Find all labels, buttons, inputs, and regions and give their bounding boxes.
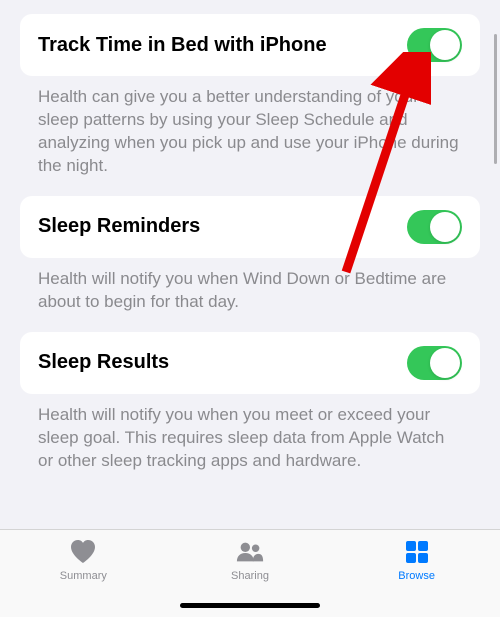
tab-browse-label: Browse	[398, 570, 435, 582]
sleep-reminders-title: Sleep Reminders	[38, 214, 200, 239]
settings-content: Track Time in Bed with iPhone Health can…	[0, 14, 500, 472]
heart-icon	[68, 538, 98, 566]
grid-icon	[402, 538, 432, 566]
sleep-reminders-card: Sleep Reminders	[20, 196, 480, 258]
track-time-title: Track Time in Bed with iPhone	[38, 33, 327, 58]
tab-browse[interactable]: Browse	[377, 538, 457, 617]
sleep-results-card: Sleep Results	[20, 332, 480, 394]
toggle-knob	[430, 212, 460, 242]
track-time-toggle[interactable]	[407, 28, 462, 62]
scrollbar[interactable]	[494, 34, 497, 164]
sleep-reminders-toggle[interactable]	[407, 210, 462, 244]
toggle-knob	[430, 30, 460, 60]
tab-summary-label: Summary	[60, 570, 107, 582]
sleep-results-toggle[interactable]	[407, 346, 462, 380]
track-time-card: Track Time in Bed with iPhone	[20, 14, 480, 76]
people-icon	[235, 538, 265, 566]
sleep-results-description: Health will notify you when you meet or …	[20, 394, 480, 473]
tab-sharing-label: Sharing	[231, 570, 269, 582]
home-indicator[interactable]	[180, 603, 320, 608]
tab-summary[interactable]: Summary	[43, 538, 123, 617]
toggle-knob	[430, 348, 460, 378]
track-time-description: Health can give you a better understandi…	[20, 76, 480, 178]
sleep-reminders-description: Health will notify you when Wind Down or…	[20, 258, 480, 314]
sleep-results-title: Sleep Results	[38, 350, 169, 375]
